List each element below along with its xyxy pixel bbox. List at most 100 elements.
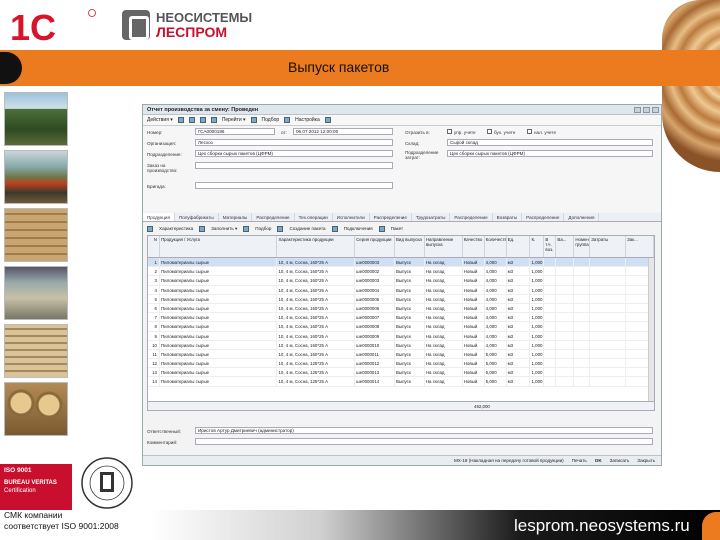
cost-subdiv-field[interactable]: Цех сборки сырых пакетов (ЦФРМ) (447, 150, 653, 157)
table-row[interactable]: 10 Пиломатериалы сырые 10, 4 м, Сосна, 160… (148, 340, 654, 350)
subtoolbar-item-0[interactable]: Характеристика (159, 226, 193, 231)
date-field[interactable]: 06.07.2012 12:00:00 (293, 128, 393, 135)
order-label: Заказ на производство: (147, 163, 178, 173)
table-cell: На склад (425, 276, 463, 285)
table-row[interactable]: 3 Пиломатериалы сырые 10, 4 м, Сосна, 160*… (148, 276, 654, 286)
number-field[interactable]: ГСА0000186 (195, 128, 275, 135)
tab-5[interactable]: Исполнители (333, 213, 370, 221)
tax-accounting-checkbox[interactable] (527, 129, 532, 134)
warehouse-field[interactable]: Сырой склад (447, 139, 653, 146)
table-cell-empty (544, 322, 557, 331)
table-row[interactable]: 4 Пиломатериалы сырые 10, 4 м, Сосна, 160*… (148, 285, 654, 295)
table-row[interactable]: 14 Пиломатериалы сырые 10, 4 м, Сосна, 125… (148, 377, 654, 387)
subtoolbar-icon-2[interactable] (243, 225, 250, 232)
bookkeeping-checkbox[interactable] (487, 129, 492, 134)
table-cell-empty (590, 276, 627, 285)
column-header-4[interactable]: Вид выпуска (395, 236, 425, 257)
column-header-8[interactable]: Ед. (507, 236, 531, 257)
table-row[interactable]: 2 Пиломатериалы сырые 10, 4 м, Сосна, 160*… (148, 267, 654, 277)
column-header-10[interactable]: В т.ч. воз. (544, 236, 557, 257)
subdiv-field[interactable]: Цех сборки сырых пакетов (ЦФРМ) (195, 150, 393, 157)
maximize-icon[interactable] (643, 106, 650, 113)
column-header-12[interactable]: Номенклатурная группа (574, 236, 591, 257)
save-icon[interactable] (177, 117, 184, 123)
team-field[interactable] (195, 182, 393, 189)
table-cell: На склад (425, 258, 463, 267)
subtoolbar-icon-5[interactable] (378, 225, 385, 232)
table-row[interactable]: 8 Пиломатериалы сырые 10, 4 м, Сосна, 160*… (148, 322, 654, 332)
comment-field[interactable] (195, 438, 653, 445)
org-field[interactable]: Лесхоз (195, 139, 393, 146)
column-header-1[interactable]: Продукция / Услуга (160, 236, 278, 257)
column-header-7[interactable]: Количество (485, 236, 507, 257)
selection-button[interactable]: Подбор (262, 117, 280, 123)
table-row[interactable]: 5 Пиломатериалы сырые 10, 4 м, Сосна, 160*… (148, 294, 654, 304)
subtoolbar-item-5[interactable]: Пакет (391, 226, 403, 231)
column-header-5[interactable]: Направление выпуска (425, 236, 463, 257)
subtoolbar-icon-3[interactable] (277, 225, 284, 232)
table-row[interactable]: 9 Пиломатериалы сырые 10, 4 м, Сосна, 160*… (148, 331, 654, 341)
tab-4[interactable]: Тех.операции (295, 213, 333, 221)
statusbar-item-2[interactable]: OK (595, 458, 602, 463)
table-cell-empty (556, 294, 575, 303)
tab-9[interactable]: Возвраты (493, 213, 523, 221)
tab-2[interactable]: Материалы (219, 213, 253, 221)
order-field[interactable] (195, 162, 393, 169)
document-window: Отчет производства за смену: Проведен Де… (142, 104, 662, 466)
tab-8[interactable]: Распределение (450, 213, 493, 221)
table-row[interactable]: 1 Пиломатериалы сырые 10, 4 м, Сосна, 160*… (148, 258, 654, 268)
column-header-2[interactable]: Характеристика продукции (277, 236, 356, 257)
table-cell: 9 (148, 331, 160, 340)
table-row[interactable]: 11 Пиломатериалы сырые 10, 4 м, Сосна, 160… (148, 349, 654, 360)
help-icon[interactable] (324, 117, 331, 123)
column-header-9[interactable]: К. (530, 236, 545, 257)
filter-icon[interactable] (284, 117, 291, 123)
goto-menu[interactable]: Перейти ▾ (222, 117, 246, 123)
copy-icon[interactable] (188, 117, 195, 123)
post-icon[interactable] (199, 117, 206, 123)
column-header-13[interactable]: Затраты (590, 236, 627, 257)
tab-10[interactable]: Распределение (522, 213, 565, 221)
subtoolbar-item-3[interactable]: Создание пакета (289, 226, 325, 231)
close-icon[interactable] (652, 106, 659, 113)
table-row[interactable]: 13 Пиломатериалы сырые 10, 4 м, Сосна, 125… (148, 368, 654, 378)
settings-button[interactable]: Настройка (295, 117, 320, 123)
minimize-icon[interactable] (634, 106, 641, 113)
refresh-icon[interactable] (250, 117, 257, 123)
statusbar-item-4[interactable]: Закрыть (637, 458, 655, 463)
table-cell-empty (544, 313, 557, 322)
column-header-3[interactable]: Серия продукции (355, 236, 395, 257)
subtoolbar-icon-4[interactable] (331, 225, 338, 232)
table-row[interactable]: 6 Пиломатериалы сырые 10, 4 м, Сосна, 160*… (148, 303, 654, 314)
subtoolbar-item-1[interactable]: Заполнить ▾ (211, 226, 237, 232)
table-cell: Пиломатериалы сырые (160, 285, 278, 294)
statusbar-item-0[interactable]: МХ-18 (Накладная на передачу готовой про… (454, 458, 564, 463)
statusbar-item-3[interactable]: Записать (610, 458, 630, 463)
table-cell: 1,000 (531, 267, 545, 276)
tab-6[interactable]: Распределение (370, 213, 412, 221)
print-icon[interactable] (210, 117, 217, 123)
column-header-14[interactable]: Зак... (626, 236, 654, 257)
subtoolbar-icon-1[interactable] (199, 225, 206, 232)
website-link[interactable]: lesprom.neosystems.ru (514, 516, 690, 536)
responsible-field[interactable]: Иристов Артур Дмитриевич (администратор) (195, 427, 653, 434)
subtoolbar-item-2[interactable]: Подбор (255, 226, 271, 231)
column-header-0[interactable]: N (148, 236, 160, 257)
tab-3[interactable]: Распределение (252, 213, 295, 221)
tab-0[interactable]: Продукция (143, 213, 175, 221)
table-cell: м3 (507, 294, 531, 303)
tab-11[interactable]: Дополнения (564, 213, 600, 221)
tab-1[interactable]: Полуфабрикаты (175, 213, 219, 221)
subtoolbar-icon-0[interactable] (147, 225, 153, 232)
tab-7[interactable]: Трудозатраты (412, 213, 451, 221)
actions-menu[interactable]: Действия ▾ (147, 117, 173, 123)
table-row[interactable]: 12 Пиломатериалы сырые 10, 4 м, Сосна, 125… (148, 359, 654, 369)
mgmt-accounting-checkbox[interactable] (447, 129, 452, 134)
table-row[interactable]: 7 Пиломатериалы сырые 10, 4 м, Сосна, 160*… (148, 313, 654, 323)
table-cell-empty (544, 303, 557, 313)
subtoolbar-item-4[interactable]: Подключения (344, 226, 373, 231)
column-header-6[interactable]: Качество (463, 236, 485, 257)
statusbar-item-1[interactable]: Печать (572, 458, 587, 463)
column-header-11[interactable]: Ва... (556, 236, 575, 257)
table-scrollbar[interactable] (648, 258, 654, 401)
